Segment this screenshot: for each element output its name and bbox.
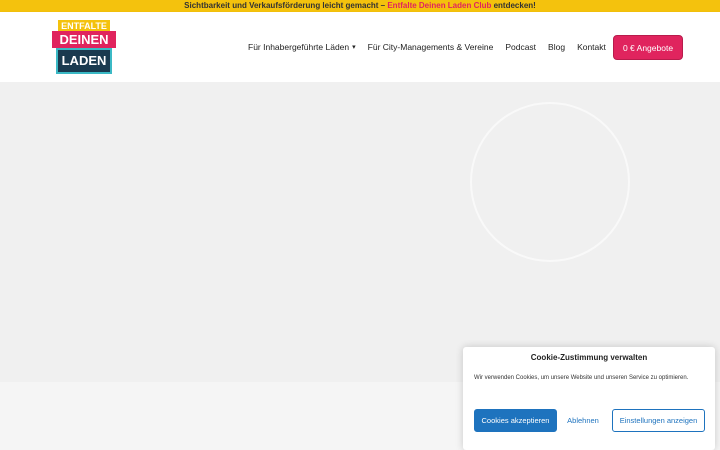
chevron-down-icon: ▾: [352, 44, 356, 51]
logo-line-3: LADEN: [56, 48, 112, 74]
nav-item-label: Blog: [548, 42, 566, 52]
cookie-consent-dialog: Cookie-Zustimmung verwalten Wir verwende…: [463, 347, 715, 450]
deny-cookies-button[interactable]: Ablehnen: [562, 409, 604, 432]
nav-item-label: Podcast: [505, 42, 537, 52]
nav-item-blog[interactable]: Blog: [548, 42, 565, 52]
announcement-prefix: Sichtbarkeit und Verkaufsförderung leich…: [184, 1, 388, 10]
site-header: ENTFALTE DEINEN LADEN Für Inhabergeführt…: [0, 12, 720, 82]
announcement-bar: Sichtbarkeit und Verkaufsförderung leich…: [0, 0, 720, 12]
nav-item-label: Kontakt: [577, 42, 606, 52]
nav-item-podcast[interactable]: Podcast: [505, 42, 536, 52]
offers-button[interactable]: 0 € Angebote: [613, 35, 683, 60]
nav-item-city-managements[interactable]: Für City-Managements & Vereine: [368, 42, 494, 52]
accept-cookies-button[interactable]: Cookies akzeptieren: [474, 409, 557, 432]
hero-decorative-graphic: [470, 102, 630, 262]
cookie-title: Cookie-Zustimmung verwalten: [530, 353, 648, 362]
nav-item-kontakt[interactable]: Kontakt: [577, 42, 606, 52]
announcement-suffix: entdecken!: [491, 1, 536, 10]
cookie-settings-button[interactable]: Einstellungen anzeigen: [612, 409, 705, 432]
cookie-text: Wir verwenden Cookies, um unsere Website…: [474, 375, 689, 381]
nav-item-label: Für City-Managements & Vereine: [367, 42, 494, 52]
nav-item-inhabergefuehrte-laeden[interactable]: Für Inhabergeführte Läden ▾: [248, 42, 356, 52]
nav-item-label: Für Inhabergeführte Läden: [248, 42, 350, 52]
main-navigation: Für Inhabergeführte Läden ▾ Für City-Man…: [248, 12, 606, 82]
hero-section: [0, 82, 720, 382]
logo-line-2: DEINEN: [52, 31, 116, 48]
site-logo[interactable]: ENTFALTE DEINEN LADEN: [52, 20, 116, 74]
announcement-link[interactable]: Entfalte Deinen Laden Club: [387, 1, 491, 10]
